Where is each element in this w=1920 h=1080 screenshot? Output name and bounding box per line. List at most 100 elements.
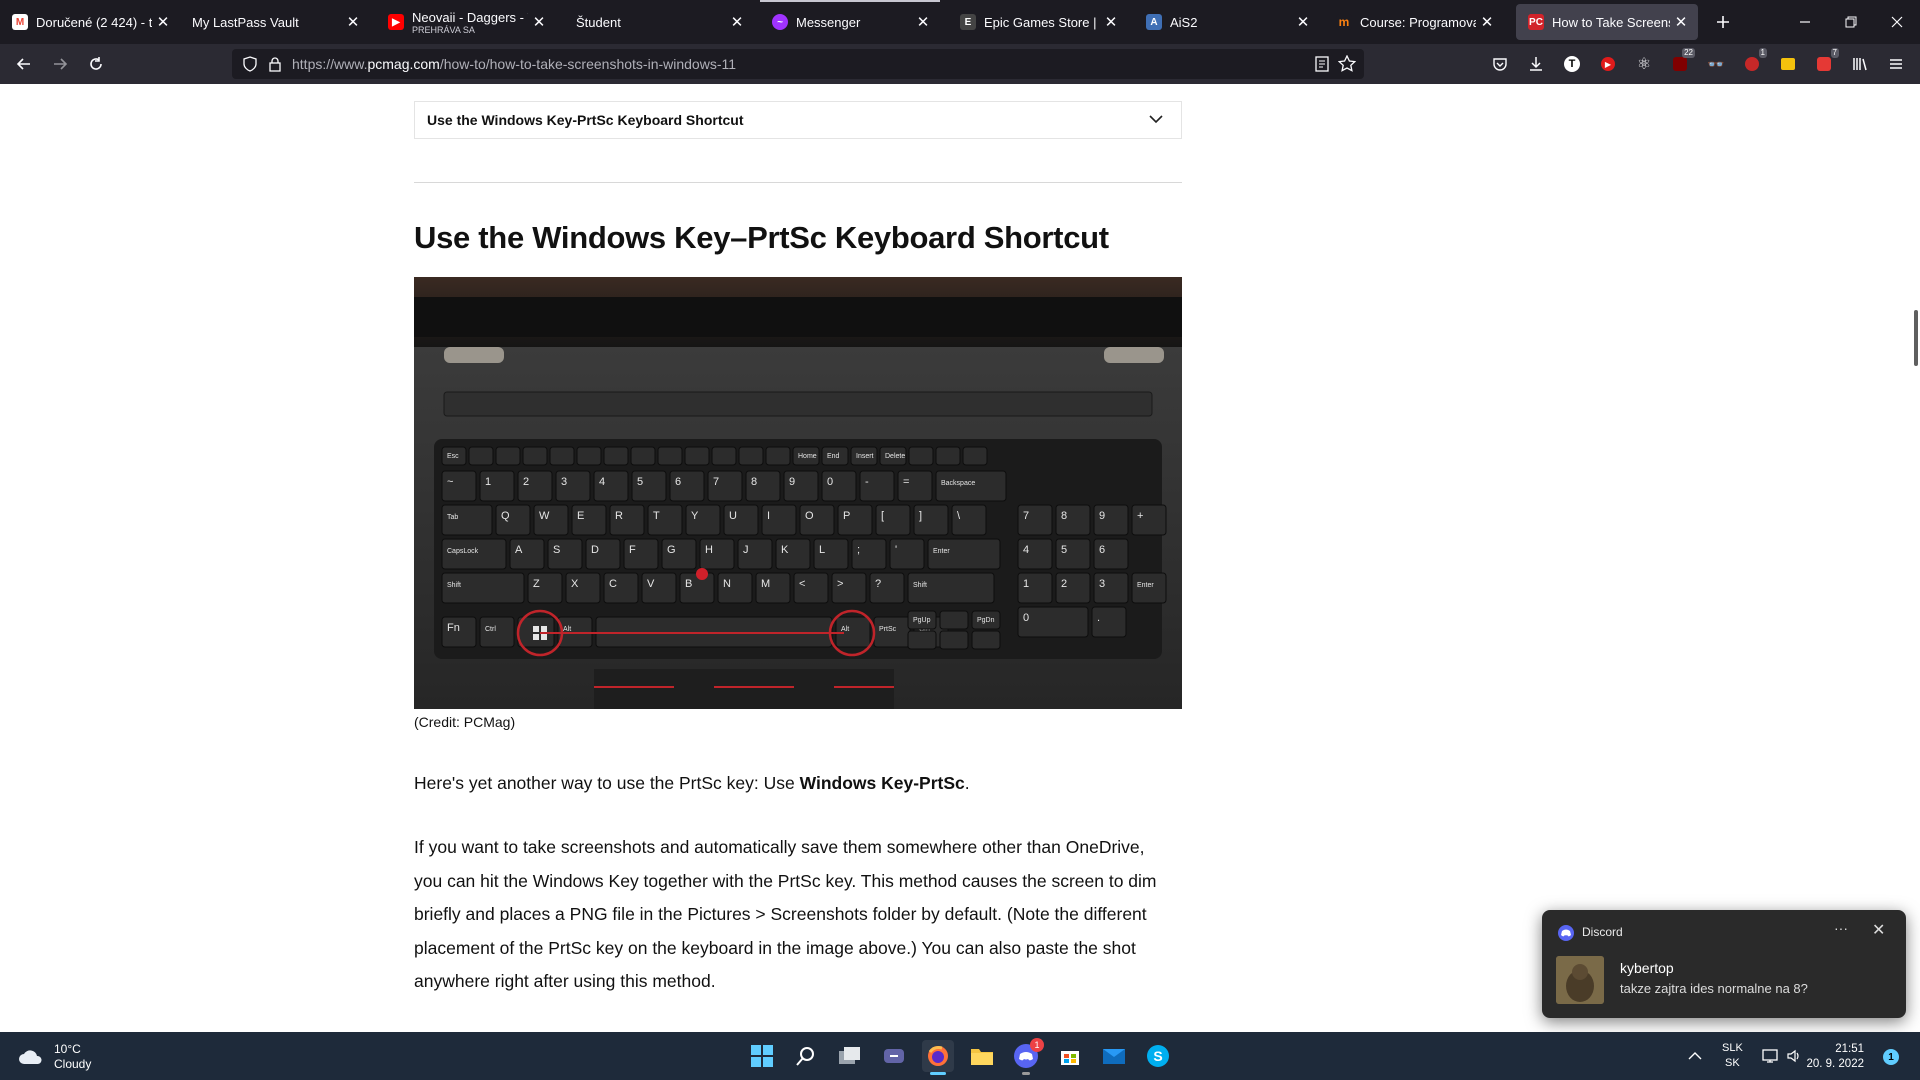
tab-lastpass[interactable]: My LastPass Vault ✕ bbox=[180, 0, 370, 44]
reload-icon bbox=[90, 57, 102, 70]
discord-logo bbox=[1019, 1052, 1033, 1061]
plus-icon bbox=[1717, 16, 1729, 28]
function-key bbox=[684, 446, 710, 466]
key-label: Enter bbox=[933, 548, 950, 555]
close-tab-icon[interactable]: ✕ bbox=[528, 13, 550, 31]
key-label: Insert bbox=[856, 453, 874, 460]
shield-icon[interactable] bbox=[242, 56, 258, 72]
close-tab-icon[interactable]: ✕ bbox=[1476, 13, 1498, 31]
notification-app-name: Discord bbox=[1582, 925, 1623, 939]
tab-moodle-course[interactable]: m Course: Programovanie I ✕ bbox=[1324, 0, 1504, 44]
folder-icon bbox=[971, 1049, 993, 1065]
library-icon[interactable] bbox=[1848, 52, 1872, 76]
task-view-button[interactable] bbox=[834, 1040, 866, 1072]
key-label: Ctrl bbox=[485, 626, 496, 633]
lock-icon[interactable] bbox=[268, 56, 282, 72]
tab-youtube[interactable]: ▶ Neovaii - Daggers - YouT PREHRÁVA SA ✕ bbox=[376, 0, 556, 44]
extension-t-icon[interactable]: T bbox=[1560, 52, 1584, 76]
chevron-down-icon[interactable] bbox=[1147, 110, 1165, 128]
adblock-icon[interactable]: 1 bbox=[1740, 48, 1767, 76]
show-hidden-icons-button[interactable] bbox=[1688, 1032, 1702, 1080]
tab-messenger[interactable]: ~ Messenger ✕ bbox=[760, 0, 940, 44]
ublock-icon[interactable]: 22 bbox=[1668, 48, 1695, 76]
extension-red-icon[interactable]: 7 bbox=[1812, 48, 1839, 76]
skype-button[interactable]: S bbox=[1142, 1040, 1174, 1072]
address-bar[interactable]: https://www.pcmag.com/how-to/how-to-take… bbox=[232, 49, 1364, 79]
firefox-icon bbox=[928, 1046, 948, 1066]
input-language-indicator[interactable]: SLK SK bbox=[1722, 1032, 1743, 1080]
start-button[interactable] bbox=[746, 1040, 778, 1072]
mail-button[interactable] bbox=[1098, 1040, 1130, 1072]
new-tab-button[interactable] bbox=[1700, 0, 1746, 44]
url-prefix: https://www. bbox=[292, 56, 368, 72]
system-clock[interactable]: 21:51 20. 9. 2022 bbox=[1800, 1042, 1864, 1072]
function-key bbox=[630, 446, 656, 466]
close-tab-icon[interactable]: ✕ bbox=[912, 13, 934, 31]
arrow-left-icon bbox=[16, 58, 30, 70]
close-tab-icon[interactable]: ✕ bbox=[152, 13, 174, 31]
react-devtools-icon[interactable]: ⚛ bbox=[1632, 52, 1656, 76]
reader-view-icon[interactable] bbox=[1314, 56, 1330, 72]
ghostery-icon[interactable]: 👓 bbox=[1704, 52, 1728, 76]
url-path: /how-to/how-to-take-screenshots-in-windo… bbox=[439, 56, 737, 72]
ais2-icon: A bbox=[1146, 14, 1162, 30]
minimize-window-button[interactable] bbox=[1782, 0, 1828, 44]
teams-chat-button[interactable] bbox=[878, 1040, 910, 1072]
key-label: X bbox=[571, 578, 579, 590]
toc-accordion[interactable]: Use the Windows Key-PrtSc Keyboard Short… bbox=[414, 101, 1182, 139]
key-label: Home bbox=[798, 453, 817, 460]
paragraph-line: anywhere right after using this method. bbox=[414, 971, 716, 991]
shield-red-icon bbox=[1673, 57, 1687, 71]
extension-yellow-icon[interactable] bbox=[1776, 52, 1800, 76]
network-icon[interactable] bbox=[1762, 1032, 1780, 1080]
youtube-extension-icon[interactable]: ▶ bbox=[1596, 52, 1620, 76]
tab-title: Študent bbox=[576, 14, 621, 30]
key-label: L bbox=[819, 544, 825, 556]
reload-button[interactable] bbox=[82, 50, 110, 78]
tab-pcmag-active[interactable]: PC How to Take Screenshots ✕ bbox=[1516, 4, 1698, 40]
key-label: < bbox=[799, 578, 805, 590]
hamburger-shape bbox=[1890, 59, 1902, 69]
key-label: A bbox=[515, 544, 523, 556]
avatar bbox=[1556, 956, 1604, 1004]
tab-epic-games[interactable]: E Epic Games Store | Down ✕ bbox=[948, 0, 1128, 44]
scrollbar-thumb[interactable] bbox=[1914, 310, 1918, 366]
restore-window-button[interactable] bbox=[1828, 0, 1874, 44]
close-notification-icon[interactable]: ✕ bbox=[1872, 920, 1885, 940]
close-tab-icon[interactable]: ✕ bbox=[726, 13, 748, 31]
tab-gmail[interactable]: M Doručené (2 424) - tomik ✕ bbox=[0, 0, 180, 44]
notification-sender: kybertop bbox=[1620, 960, 1674, 976]
close-tab-icon[interactable]: ✕ bbox=[342, 13, 364, 31]
discord-taskbar-button[interactable]: 1 bbox=[1010, 1038, 1044, 1075]
key-label: Esc bbox=[447, 453, 459, 460]
search-button[interactable] bbox=[790, 1040, 822, 1072]
microsoft-store-button[interactable] bbox=[1054, 1040, 1086, 1072]
discord-notification[interactable]: Discord ··· ✕ kybertop takze zajtra ides… bbox=[1542, 910, 1906, 1018]
key-label: J bbox=[743, 544, 749, 556]
star-icon[interactable] bbox=[1338, 55, 1356, 73]
url-host: pcmag.com bbox=[367, 56, 440, 72]
downloads-icon[interactable] bbox=[1524, 52, 1548, 76]
back-button[interactable] bbox=[10, 50, 38, 78]
para-text: Here's yet another way to use the PrtSc … bbox=[414, 773, 800, 793]
tab-student[interactable]: Študent ✕ bbox=[564, 0, 754, 44]
notification-center-badge[interactable]: 1 bbox=[1883, 1049, 1899, 1065]
close-tab-icon[interactable]: ✕ bbox=[1670, 13, 1692, 31]
forward-button[interactable] bbox=[46, 50, 74, 78]
url-text[interactable]: https://www.pcmag.com/how-to/how-to-take… bbox=[292, 56, 736, 72]
search-icon bbox=[796, 1047, 814, 1066]
function-key bbox=[738, 446, 764, 466]
tab-ais2[interactable]: A AiS2 ✕ bbox=[1134, 0, 1320, 44]
menu-icon[interactable] bbox=[1884, 52, 1908, 76]
file-explorer-button[interactable] bbox=[966, 1040, 998, 1072]
function-key bbox=[468, 446, 494, 466]
firefox-taskbar-button[interactable] bbox=[922, 1040, 954, 1075]
more-options-icon[interactable]: ··· bbox=[1834, 920, 1848, 936]
weather-widget[interactable]: 10°C Cloudy bbox=[18, 1042, 91, 1072]
clock-date: 20. 9. 2022 bbox=[1806, 1058, 1864, 1070]
discord-icon bbox=[1558, 925, 1574, 941]
close-window-button[interactable] bbox=[1874, 0, 1920, 44]
close-tab-icon[interactable]: ✕ bbox=[1100, 13, 1122, 31]
close-tab-icon[interactable]: ✕ bbox=[1292, 13, 1314, 31]
pocket-icon[interactable] bbox=[1488, 52, 1512, 76]
